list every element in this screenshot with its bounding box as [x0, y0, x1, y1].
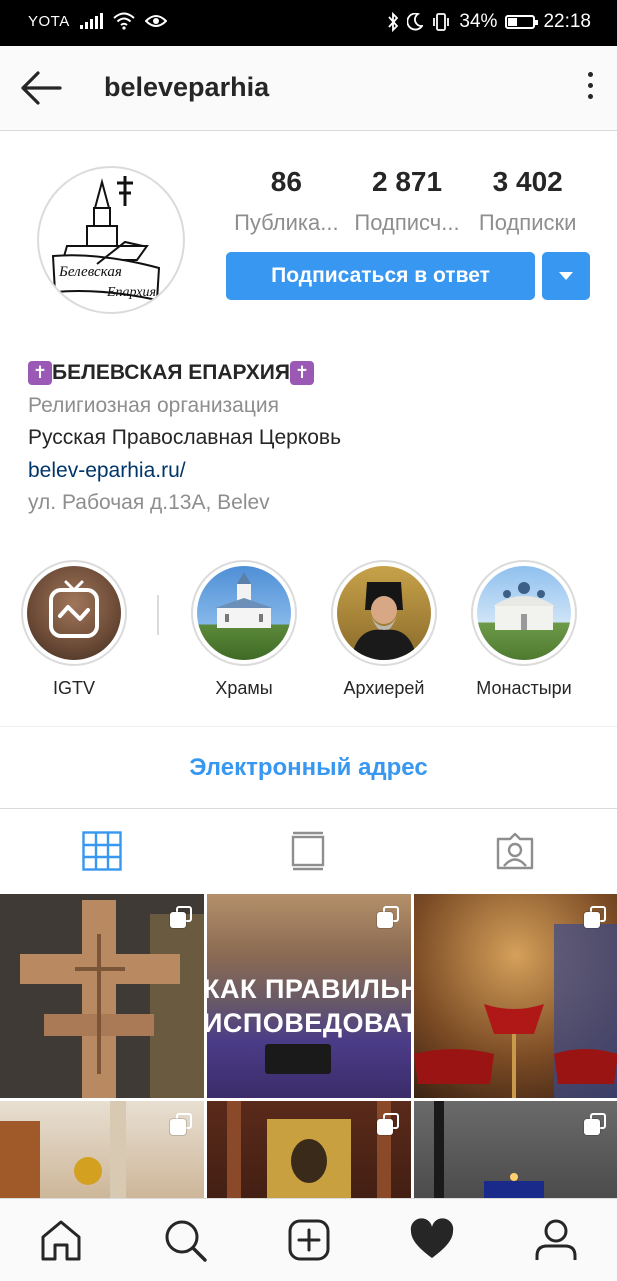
- followers-count: 2 871: [371, 166, 443, 197]
- battery-percent: 34%: [459, 11, 498, 32]
- posts-label: Публика...: [234, 210, 339, 235]
- eye-icon: [144, 15, 167, 27]
- signal-icon: [79, 13, 103, 29]
- cross-emoji-icon: ✝: [289, 361, 314, 386]
- vibrate-icon: [433, 13, 450, 31]
- grid-view-icon[interactable]: [82, 831, 122, 871]
- tagged-photos-icon[interactable]: [495, 831, 535, 871]
- display-name-text: БЕЛЕВСКАЯ ЕПАРХИЯ: [52, 361, 290, 384]
- highlight-igtv[interactable]: IGTV: [4, 560, 144, 699]
- profile-category: Религиозная организация: [28, 393, 279, 417]
- posts-grid: КАК ПРАВИЛЬНО ИСПОВЕДОВАТЬСЯ: [0, 894, 617, 1198]
- highlight-churches-image: [197, 566, 291, 660]
- post-thumbnail[interactable]: [414, 1101, 617, 1198]
- highlight-archbishop[interactable]: Архиерей: [314, 560, 454, 699]
- highlight-monasteries-image: [477, 566, 571, 660]
- profile-icon[interactable]: [533, 1217, 579, 1263]
- highlight-label: Архиерей: [343, 678, 425, 698]
- carousel-icon: [584, 906, 606, 928]
- home-icon[interactable]: [38, 1217, 84, 1263]
- email-contact-button[interactable]: Электронный адрес: [0, 754, 617, 782]
- battery-icon: [505, 15, 539, 29]
- highlight-archbishop-image: [337, 566, 431, 660]
- profile-username: beleveparhia: [104, 72, 270, 102]
- activity-heart-icon[interactable]: [409, 1217, 455, 1263]
- profile-stats: 86 Публика... 2 871 Подписч... 3 402 Под…: [226, 166, 588, 236]
- highlight-label: IGTV: [52, 678, 95, 698]
- more-options-icon[interactable]: [585, 72, 595, 104]
- post-overlay-text: ИСПОВЕДОВАТЬСЯ: [207, 1008, 411, 1038]
- carousel-icon: [170, 906, 192, 928]
- clock: 22:18: [543, 11, 591, 32]
- eparchy-logo: Белевская Епархия: [51, 176, 161, 302]
- post-thumbnail[interactable]: [0, 1101, 204, 1198]
- bluetooth-icon: [388, 12, 399, 32]
- carousel-icon: [170, 1113, 192, 1135]
- story-highlights: IGTV Храмы Архиерей Монастыри: [0, 560, 617, 700]
- profile-tabs: [0, 808, 617, 893]
- profile-description: Русская Православная Церковь: [28, 426, 342, 449]
- post-thumbnail[interactable]: КАК ПРАВИЛЬНО ИСПОВЕДОВАТЬСЯ: [207, 894, 411, 1098]
- post-thumbnail[interactable]: [414, 894, 617, 1098]
- profile-display-name: ✝ БЕЛЕВСКАЯ ЕПАРХИЯ ✝: [28, 357, 598, 390]
- moon-icon: [407, 13, 424, 31]
- followers-stat[interactable]: 2 871 Подписч...: [347, 166, 468, 236]
- book-shape: [265, 1044, 331, 1074]
- carousel-icon: [377, 1113, 399, 1135]
- carousel-icon: [377, 906, 399, 928]
- wifi-icon: [113, 12, 135, 30]
- suggestions-dropdown-button[interactable]: [542, 252, 590, 300]
- search-icon[interactable]: [162, 1217, 208, 1263]
- highlight-monasteries[interactable]: Монастыри: [454, 560, 594, 699]
- followers-label: Подписч...: [354, 210, 460, 235]
- post-thumbnail[interactable]: [207, 1101, 411, 1198]
- back-arrow-icon[interactable]: [18, 68, 64, 108]
- posts-stat[interactable]: 86 Публика...: [226, 166, 347, 236]
- following-stat[interactable]: 3 402 Подписки: [467, 166, 588, 236]
- following-count: 3 402: [492, 166, 563, 197]
- status-bar: YOTA 34% 22:18: [0, 0, 617, 46]
- carousel-icon: [584, 1113, 606, 1135]
- profile-website-link[interactable]: belev-eparhia.ru/: [28, 455, 598, 488]
- chevron-down-icon: [559, 272, 573, 280]
- follow-back-button[interactable]: Подписаться в ответ: [226, 252, 535, 300]
- profile-address[interactable]: ул. Рабочая д.13А, Belev: [28, 487, 598, 520]
- feed-view-icon[interactable]: [288, 831, 328, 871]
- bottom-navigation: [0, 1198, 617, 1281]
- profile-avatar[interactable]: Белевская Епархия: [37, 166, 185, 314]
- cross-emoji-icon: ✝: [28, 361, 52, 386]
- post-overlay-text: КАК ПРАВИЛЬНО: [207, 974, 411, 1004]
- svg-text:Епархия: Епархия: [106, 285, 156, 300]
- section-divider: [0, 726, 617, 727]
- highlight-igtv-image: [27, 566, 121, 660]
- highlight-label: Монастыри: [476, 678, 572, 698]
- posts-count: 86: [270, 166, 302, 197]
- svg-text:Белевская: Белевская: [58, 264, 122, 280]
- highlight-label: Храмы: [215, 678, 273, 698]
- highlights-divider: [157, 595, 159, 635]
- post-thumbnail[interactable]: [0, 894, 204, 1098]
- igtv-icon: [49, 580, 99, 638]
- new-post-icon[interactable]: [286, 1217, 332, 1263]
- following-label: Подписки: [478, 210, 577, 235]
- profile-header: beleveparhia: [0, 46, 617, 131]
- highlight-churches[interactable]: Храмы: [174, 560, 314, 699]
- carrier-name: YOTA: [28, 12, 70, 30]
- profile-bio: ✝ БЕЛЕВСКАЯ ЕПАРХИЯ ✝ Религиозная органи…: [28, 357, 598, 520]
